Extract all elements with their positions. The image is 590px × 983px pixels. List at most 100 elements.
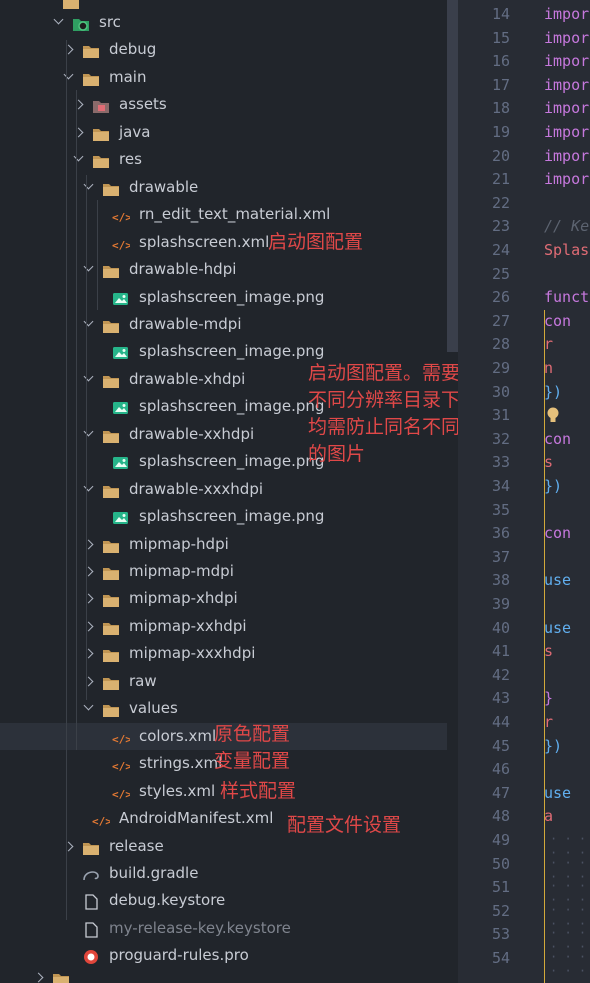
tree-row[interactable]: my-release-key.keystore <box>0 915 447 942</box>
code-line[interactable]: Splas <box>544 238 589 262</box>
code-line[interactable]: impor <box>544 73 589 97</box>
tree-row-label: my-release-key.keystore <box>109 918 291 937</box>
tree-row[interactable]: drawable-mdpi <box>0 311 447 338</box>
line-number: 16 <box>491 52 510 71</box>
lightbulb-icon[interactable] <box>546 406 560 426</box>
svg-text:</>: </> <box>112 788 130 801</box>
tree-row-label: colors.xml <box>139 726 217 745</box>
line-number: 39 <box>491 595 510 613</box>
tree-row-label: splashscreen_image.png <box>139 452 325 471</box>
tree-row[interactable]: res <box>0 146 447 173</box>
code-line[interactable]: impor <box>544 49 589 73</box>
tree-row[interactable]: raw <box>0 668 447 695</box>
tree-row[interactable]: </> splashscreen.xml <box>0 229 447 256</box>
tree-row[interactable]: mipmap-xxxhdpi <box>0 640 447 667</box>
code-line[interactable]: impor <box>544 120 589 144</box>
annotation-manifest: 配置文件设置 <box>287 814 402 836</box>
line-number: 25 <box>491 264 510 283</box>
tree-row-label: mipmap-xxxhdpi <box>129 644 256 663</box>
line-number: 51 <box>491 878 510 897</box>
file-explorer: src debug main assets java res drawable </> rn_e… <box>0 0 458 983</box>
folder-icon <box>102 261 120 279</box>
line-number: 34 <box>491 477 510 495</box>
folder-icon <box>102 645 120 663</box>
code-editor[interactable]: 14 impor 15 impor 16 impor 17 impor 18 impor 19 imp… <box>458 0 590 983</box>
svg-text:</>: </> <box>112 239 130 252</box>
tree-row-label: splashscreen.xml <box>139 232 270 251</box>
folder-icon <box>102 371 120 388</box>
chevron-down-icon[interactable] <box>53 14 64 25</box>
source-folder-icon <box>72 14 90 31</box>
line-number: 31 <box>491 406 510 425</box>
folder-icon <box>82 69 100 86</box>
tree-row-label: drawable-mdpi <box>129 314 242 333</box>
folder-icon <box>102 536 120 553</box>
svg-text:</>: </> <box>112 733 130 746</box>
assets-folder-icon <box>92 96 110 114</box>
line-number: 19 <box>491 123 510 141</box>
tree-row[interactable]: splashscreen_image.png <box>0 284 447 311</box>
code-line[interactable]: impor <box>544 2 589 26</box>
tree-row[interactable]: </> rn_edit_text_material.xml <box>0 201 447 228</box>
code-line[interactable]: impor <box>544 26 589 50</box>
line-number: 44 <box>491 713 510 731</box>
tree-row-label: src <box>99 13 121 31</box>
line-number: 28 <box>491 335 510 354</box>
image-file-icon <box>112 289 130 305</box>
image-file-icon <box>112 343 130 360</box>
line-number: 26 <box>491 288 510 307</box>
tree-row-partial[interactable] <box>0 964 447 983</box>
tree-row[interactable]: main <box>0 64 447 91</box>
code-line[interactable]: // Ke <box>544 214 589 238</box>
folder-icon <box>92 124 110 141</box>
line-number: 23 <box>491 217 510 236</box>
tree-row[interactable]: debug <box>0 36 447 63</box>
line-number: 42 <box>491 665 510 684</box>
code-line[interactable]: impor <box>544 144 589 168</box>
indent-guide <box>86 175 87 700</box>
image-file-icon <box>112 398 130 415</box>
tree-row[interactable]: mipmap-hdpi <box>0 531 447 558</box>
chevron-down-icon[interactable] <box>83 700 94 711</box>
line-number: 35 <box>491 500 510 519</box>
tree-row[interactable]: drawable <box>0 174 447 201</box>
line-number: 41 <box>491 642 510 661</box>
tree-row[interactable]: assets <box>0 91 447 118</box>
tree-row[interactable]: src <box>0 9 447 36</box>
line-number: 24 <box>491 241 510 259</box>
code-line[interactable]: impor <box>544 96 589 120</box>
tree-row[interactable]: drawable-xxxhdpi <box>0 476 447 503</box>
code-line[interactable]: funct <box>544 285 589 309</box>
tree-row-label: release <box>109 836 164 855</box>
proguard-file-icon <box>82 947 100 965</box>
tree-row[interactable]: mipmap-mdpi <box>0 558 447 585</box>
tree-row[interactable]: debug.keystore <box>0 887 447 914</box>
tree-row-label: drawable <box>129 177 199 196</box>
tree-row-label: raw <box>129 671 157 690</box>
line-number: 15 <box>491 28 510 47</box>
tree-row[interactable]: mipmap-xhdpi <box>0 585 447 612</box>
line-number: 27 <box>491 311 510 330</box>
tree-row-label: assets <box>119 95 167 114</box>
svg-text:</>: </> <box>112 211 130 224</box>
tree-row[interactable]: java <box>0 119 447 146</box>
folder-icon <box>102 673 120 690</box>
tree-row[interactable]: drawable-hdpi <box>0 256 447 283</box>
tree-row[interactable]: values <box>0 695 447 722</box>
tree-row[interactable]: splashscreen_image.png <box>0 503 447 530</box>
xml-file-icon: </> <box>112 728 132 746</box>
chevron-right-icon[interactable] <box>33 972 44 983</box>
code-line[interactable]: impor <box>544 167 589 191</box>
tree-row-label: build.gradle <box>109 863 199 882</box>
line-number: 45 <box>491 736 510 755</box>
line-number: 29 <box>491 359 510 377</box>
annotation-styles: 样式配置 <box>220 780 297 802</box>
tree-row[interactable]: build.gradle <box>0 860 447 887</box>
svg-text:</>: </> <box>112 760 130 773</box>
annotation-line: 的图片 <box>308 443 366 465</box>
xml-file-icon: </> <box>112 783 132 801</box>
explorer-scrollbar[interactable] <box>447 0 458 352</box>
tree-row[interactable]: mipmap-xxhdpi <box>0 613 447 640</box>
line-number: 21 <box>491 170 510 189</box>
xml-file-icon: </> <box>112 234 132 252</box>
